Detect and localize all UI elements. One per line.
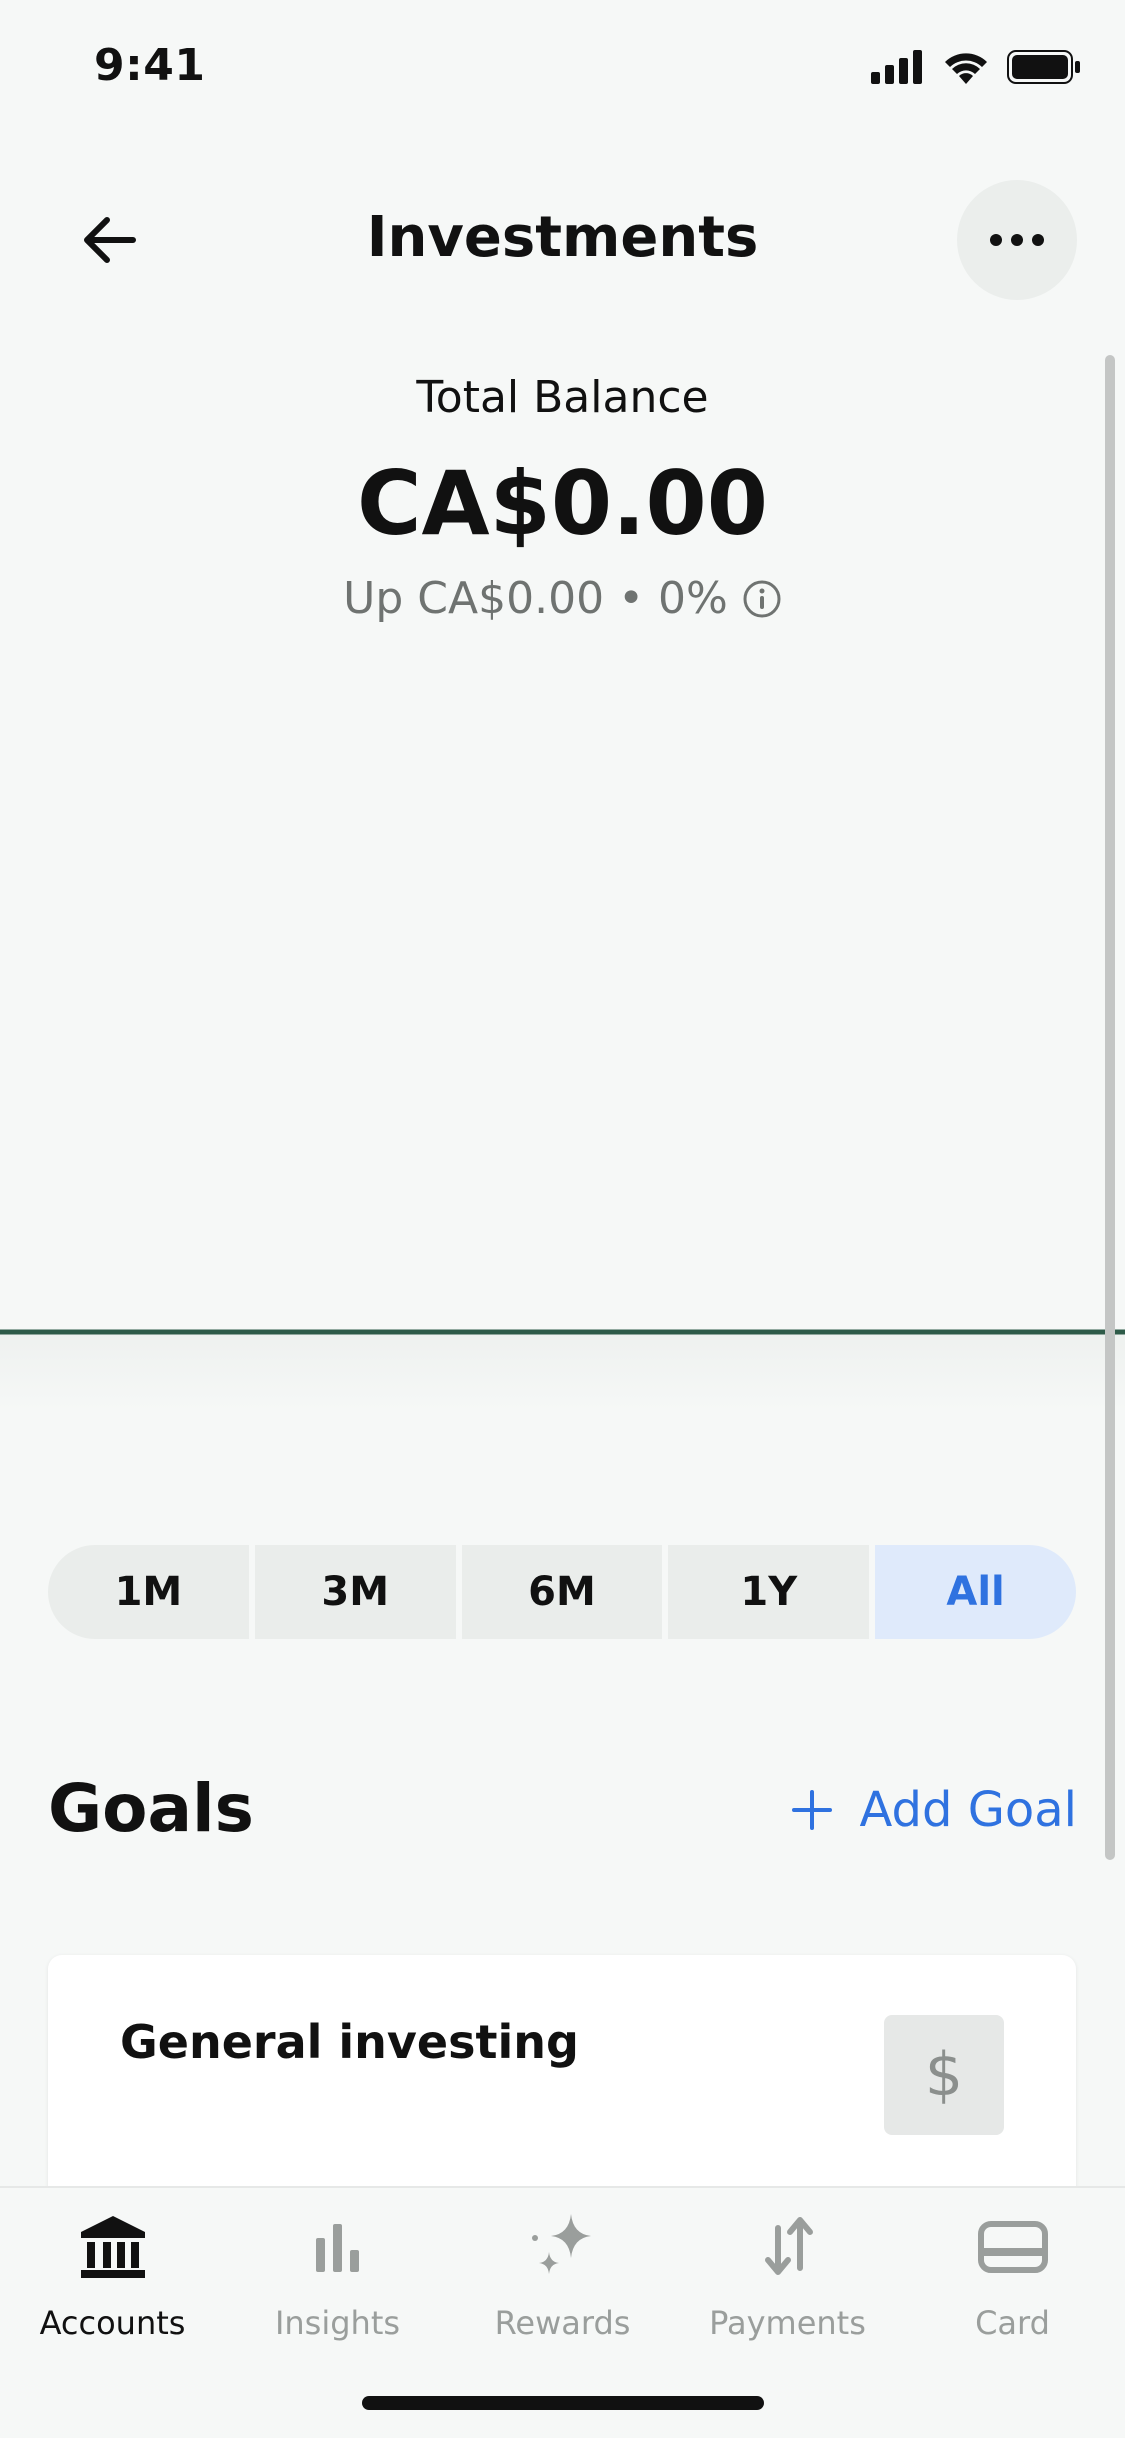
balance-change-percent: 0% — [658, 573, 728, 624]
goal-name: General investing — [120, 2015, 579, 2069]
range-tab-all[interactable]: All — [875, 1545, 1076, 1639]
dollar-icon: $ — [884, 2015, 1004, 2135]
transfer-arrows-icon — [764, 2217, 813, 2275]
tab-label-payments: Payments — [709, 2304, 866, 2342]
status-time: 9:41 — [94, 40, 206, 91]
scrollbar[interactable] — [1105, 355, 1115, 1860]
status-icons — [871, 50, 1081, 84]
tab-card[interactable]: Card — [900, 2208, 1125, 2342]
total-balance-value: CA$0.00 — [356, 452, 769, 555]
battery-icon — [1007, 50, 1080, 84]
more-dots-icon — [990, 234, 1044, 246]
tab-payments[interactable]: Payments — [675, 2208, 900, 2342]
balance-chart[interactable] — [0, 1320, 1125, 1420]
range-tab-3m[interactable]: 3M — [254, 1545, 456, 1639]
balance-change-amount: Up CA$0.00 — [343, 573, 605, 624]
home-indicator[interactable] — [362, 2396, 764, 2410]
more-options-button[interactable] — [957, 180, 1077, 300]
plus-icon — [791, 1790, 832, 1830]
bank-icon — [80, 2216, 145, 2278]
tab-accounts[interactable]: Accounts — [0, 2208, 225, 2342]
goals-section-title: Goals — [48, 1770, 254, 1847]
add-goal-label: Add Goal — [859, 1782, 1078, 1838]
info-icon[interactable] — [742, 579, 782, 619]
balance-change-row: Up CA$0.00 • 0% — [0, 573, 1125, 624]
wifi-icon — [945, 53, 987, 84]
add-goal-button[interactable]: Add Goal — [791, 1782, 1078, 1838]
tab-rewards[interactable]: Rewards — [450, 2208, 675, 2342]
range-tab-1m[interactable]: 1M — [48, 1545, 249, 1639]
separator-dot: • — [618, 573, 645, 624]
range-tab-1y[interactable]: 1Y — [668, 1545, 870, 1639]
tab-label-rewards: Rewards — [494, 2304, 631, 2342]
card-icon — [977, 2221, 1048, 2273]
total-balance-label: Total Balance — [416, 372, 709, 423]
bar-chart-icon — [315, 2224, 359, 2272]
tab-label-insights: Insights — [274, 2304, 401, 2342]
range-tab-6m[interactable]: 6M — [461, 1545, 663, 1639]
sparkle-icon — [531, 2214, 591, 2274]
time-range-selector: 1M 3M 6M 1Y All — [48, 1545, 1076, 1639]
tab-label-card: Card — [975, 2304, 1050, 2342]
signal-icon — [871, 50, 922, 84]
tab-insights[interactable]: Insights — [225, 2208, 450, 2342]
tab-label-accounts: Accounts — [39, 2304, 186, 2342]
